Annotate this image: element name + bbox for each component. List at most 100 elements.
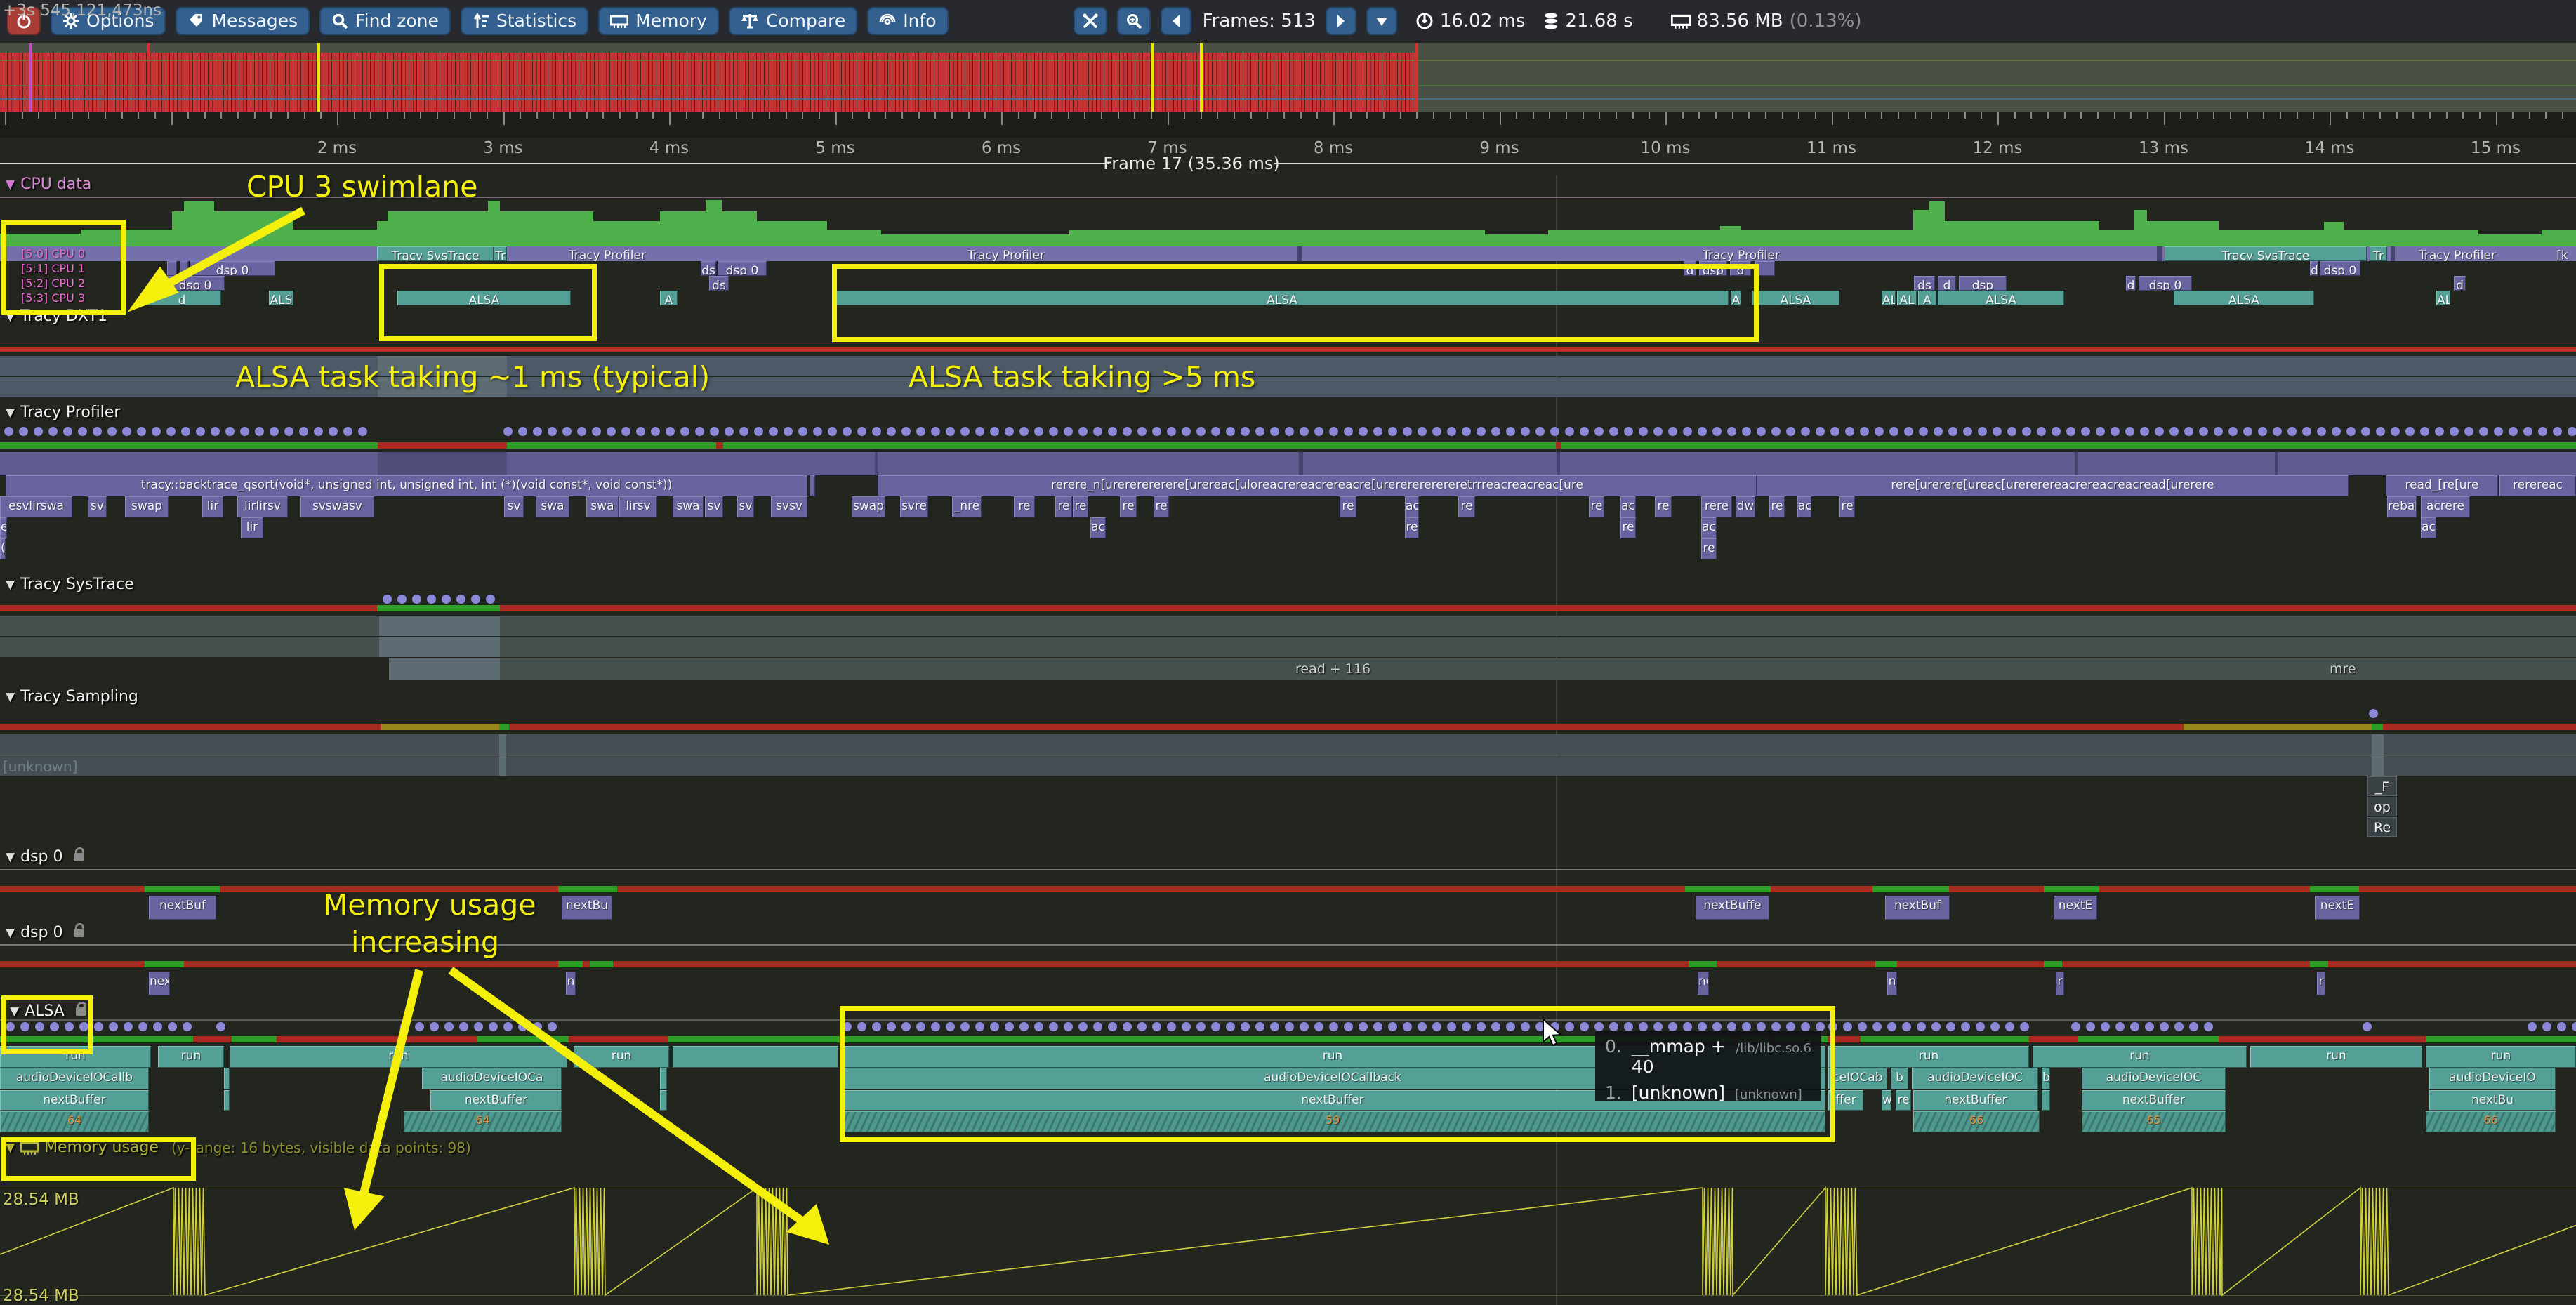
sampling-row[interactable] bbox=[0, 734, 2576, 755]
profiler-zone[interactable]: re bbox=[1701, 538, 1717, 559]
cpu2-thread-zone[interactable]: d bbox=[2126, 276, 2136, 291]
dsp-zone[interactable]: ne bbox=[1698, 972, 1709, 995]
cpu3-thread-zone[interactable]: ALSA bbox=[1752, 291, 1839, 305]
systrace-sample-row[interactable] bbox=[0, 637, 2576, 657]
sampling-row[interactable] bbox=[0, 755, 2576, 776]
alsa-nextbuffer-zone[interactable]: ffer bbox=[1828, 1090, 1863, 1111]
profiler-zone[interactable]: lir bbox=[202, 496, 223, 517]
profiler-zone[interactable]: sv bbox=[504, 496, 524, 517]
memory-usage-plot[interactable] bbox=[0, 1158, 2576, 1305]
cpu2-thread-zone[interactable]: dsp 0 bbox=[166, 276, 225, 291]
alsa-nextbuffer-zone[interactable]: w bbox=[1882, 1090, 1891, 1111]
alsa-leaf-row[interactable]: 646459666566 bbox=[0, 1111, 2576, 1132]
dsp-zone[interactable]: n bbox=[566, 972, 576, 995]
compare-button[interactable]: Compare bbox=[729, 7, 857, 35]
alsa-callback-zone[interactable]: audioDeviceIOCa bbox=[422, 1068, 562, 1089]
profiler-zone[interactable]: sv bbox=[737, 496, 754, 517]
dsp0-b-zone-row[interactable]: nexnnenrr bbox=[0, 972, 2576, 995]
profiler-zone[interactable]: lirlirsv bbox=[237, 496, 288, 517]
profiler-zone-row[interactable] bbox=[0, 452, 2576, 475]
alsa-callback-zone[interactable]: ceIOCab bbox=[1828, 1068, 1887, 1089]
goto-frame-button[interactable] bbox=[1366, 7, 1397, 35]
alsa-nextbuffer-zone[interactable]: nextBuffer bbox=[2082, 1090, 2226, 1111]
cpu1-thread-zone[interactable] bbox=[1755, 261, 1775, 276]
prev-frame-button[interactable] bbox=[1161, 7, 1191, 35]
dsp-zone[interactable]: nextE bbox=[2054, 896, 2097, 920]
cpu2-thread-zone[interactable]: dsp bbox=[1959, 276, 2007, 291]
profiler-zone[interactable]: re bbox=[1769, 496, 1785, 517]
profiler-zone[interactable]: lirsv bbox=[619, 496, 657, 517]
section-header-tracy-profiler[interactable]: ▼ Tracy Profiler bbox=[6, 404, 120, 421]
profiler-zone[interactable]: rere[urerere[ureac[urererereacrereacreac… bbox=[1757, 475, 2349, 496]
dsp-zone[interactable]: r bbox=[2056, 972, 2064, 995]
profiler-zone[interactable]: esvlirswa bbox=[0, 496, 72, 517]
tools-button[interactable] bbox=[1074, 7, 1107, 35]
alsa-leaf-zone[interactable]: 64 bbox=[0, 1111, 149, 1132]
cpu3-thread-zone[interactable]: d bbox=[143, 291, 221, 305]
profiler-zone[interactable]: re bbox=[1655, 496, 1672, 517]
alsa-leaf-zone[interactable]: 65 bbox=[2082, 1111, 2226, 1132]
alsa-leaf-zone[interactable]: 64 bbox=[404, 1111, 562, 1132]
cpu3-thread-zone[interactable]: AL bbox=[2436, 291, 2450, 305]
profiler-zone-row[interactable]: (re bbox=[0, 538, 2576, 559]
alsa-run-zone[interactable]: run bbox=[230, 1046, 567, 1068]
alsa-callback-zone[interactable]: b bbox=[2042, 1068, 2050, 1089]
cpu0-lane[interactable]: Tracy SysTraceTrTracy SysTraceTrTracy Pr… bbox=[0, 246, 2576, 261]
alsa-run-zone[interactable]: run bbox=[2426, 1046, 2576, 1068]
systrace-sample-row[interactable] bbox=[0, 658, 2576, 680]
alsa-leaf-zone[interactable]: 66 bbox=[1913, 1111, 2040, 1132]
time-ruler[interactable] bbox=[0, 112, 2576, 138]
profiler-zone[interactable]: re bbox=[1589, 496, 1604, 517]
section-header-tracy-dxt1[interactable]: ▼ Tracy DXT1 bbox=[6, 307, 107, 325]
info-button[interactable]: Info bbox=[867, 7, 948, 35]
alsa-run-zone[interactable]: run bbox=[0, 1046, 151, 1068]
profiler-zone[interactable]: e bbox=[0, 517, 7, 538]
profiler-zone[interactable]: ac bbox=[1620, 496, 1636, 517]
profiler-zone[interactable]: ac bbox=[1090, 517, 1106, 538]
section-header-memory-usage[interactable]: ▼ Memory usage (y-range: 16 bytes, visib… bbox=[6, 1139, 471, 1156]
alsa-callback-zone[interactable]: b bbox=[1891, 1068, 1908, 1089]
alsa-run-zone[interactable]: run bbox=[158, 1046, 224, 1068]
dsp-zone[interactable]: n bbox=[1887, 972, 1897, 995]
section-header-dsp0-a[interactable]: ▼ dsp 0 bbox=[6, 848, 84, 866]
profiler-zone[interactable]: reba[ bbox=[2387, 496, 2417, 517]
dsp-zone[interactable]: nextE bbox=[2315, 896, 2360, 920]
profiler-zone[interactable]: re bbox=[1458, 496, 1475, 517]
alsa-callback-zone[interactable] bbox=[660, 1068, 667, 1089]
cpu1-thread-zone[interactable]: d bbox=[1684, 261, 1696, 276]
cpu2-thread-zone[interactable]: dsp 0 bbox=[2139, 276, 2192, 291]
profiler-zone[interactable]: read_[re[ure bbox=[2386, 475, 2498, 496]
alsa-nextbuffer-zone[interactable] bbox=[660, 1090, 667, 1111]
cpu3-thread-zone[interactable]: A bbox=[660, 291, 678, 305]
cpu1-thread-zone[interactable]: dsp bbox=[1699, 261, 1727, 276]
section-header-tracy-systrace[interactable]: ▼ Tracy SysTrace bbox=[6, 576, 134, 593]
cpu1-thread-zone[interactable]: d bbox=[1730, 261, 1751, 276]
section-header-alsa[interactable]: ▼ ALSA bbox=[10, 1002, 86, 1020]
profiler-zone[interactable]: sv bbox=[705, 496, 723, 517]
cpu1-thread-zone[interactable]: dsp 0 bbox=[718, 261, 767, 276]
cpu1-lane[interactable]: dsp 0dsdsp 0ddspdddsp 0 bbox=[0, 261, 2576, 276]
cpu1-thread-zone[interactable]: dsp 0 bbox=[2320, 261, 2360, 276]
profiler-zone[interactable] bbox=[810, 475, 815, 496]
cpu2-thread-zone[interactable]: d bbox=[1938, 276, 1956, 291]
sampling-stub-zone[interactable]: Re bbox=[2367, 817, 2397, 837]
profiler-zone[interactable]: ac bbox=[2421, 517, 2436, 538]
cpu1-thread-zone[interactable]: dsp 0 bbox=[190, 261, 275, 276]
profiler-zone[interactable]: ac bbox=[1797, 496, 1811, 517]
alsa-callback-zone[interactable]: audioDeviceIOC bbox=[1912, 1068, 2038, 1089]
cpu3-thread-zone[interactable]: AL bbox=[1882, 291, 1896, 305]
dsp-zone[interactable]: nextBuf bbox=[1885, 896, 1950, 920]
alsa-nextbuffer-zone[interactable]: nextBuffer bbox=[0, 1090, 149, 1111]
dsp-zone[interactable]: r bbox=[2317, 972, 2325, 995]
profiler-zone[interactable]: sv bbox=[88, 496, 107, 517]
alsa-callback-zone[interactable]: audioDeviceIO bbox=[2429, 1068, 2556, 1089]
alsa-leaf-zone[interactable]: 66 bbox=[2426, 1111, 2556, 1132]
profiler-zone[interactable]: re bbox=[1055, 496, 1072, 517]
profiler-zone[interactable]: lir bbox=[241, 517, 263, 538]
profiler-zone[interactable]: rerereac bbox=[2499, 475, 2576, 496]
profiler-zone[interactable]: rerere_n[urererererere[urereac[uloreacre… bbox=[878, 475, 1757, 496]
profiler-zone[interactable]: re bbox=[1839, 496, 1855, 517]
profiler-zone[interactable]: swa bbox=[586, 496, 619, 517]
alsa-run-zone[interactable]: run bbox=[1828, 1046, 2029, 1068]
profiler-zone[interactable]: tracy::backtrace_qsort(void*, unsigned i… bbox=[6, 475, 807, 496]
